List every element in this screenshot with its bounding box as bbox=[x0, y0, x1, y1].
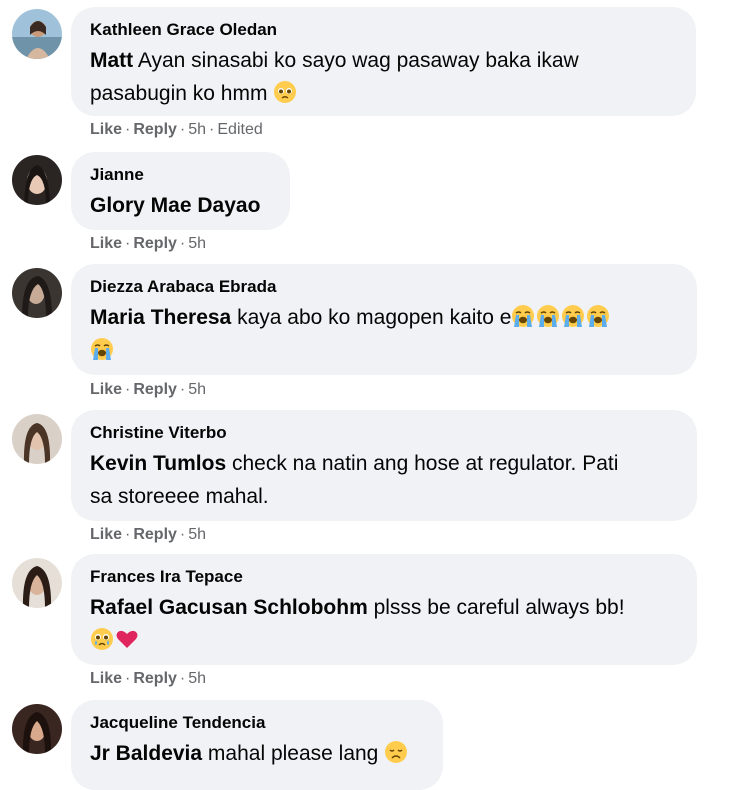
disappointed-face-emoji bbox=[385, 741, 408, 763]
reply-button[interactable]: Reply bbox=[133, 235, 177, 252]
loudly-crying-face-emoji bbox=[562, 305, 585, 327]
comment-text: Glory Mae Dayao bbox=[90, 189, 271, 222]
timestamp[interactable]: 5h bbox=[188, 121, 206, 138]
comment-text: Matt Ayan sinasabi ko sayo wag pasaway b… bbox=[90, 49, 579, 105]
red-heart-emoji bbox=[116, 630, 138, 648]
reply-button[interactable]: Reply bbox=[133, 381, 177, 398]
avatar[interactable] bbox=[12, 414, 62, 464]
pleading-face-emoji bbox=[274, 81, 297, 103]
mention-link[interactable]: Rafael Gacusan Schlobohm bbox=[90, 596, 368, 619]
mention-link[interactable]: Glory Mae Dayao bbox=[90, 194, 260, 217]
timestamp[interactable]: 5h bbox=[188, 235, 206, 252]
edited-label: Edited bbox=[217, 121, 263, 138]
timestamp[interactable]: 5h bbox=[188, 670, 206, 687]
comment-author[interactable]: Christine Viterbo bbox=[90, 423, 678, 443]
comment-actions: Like · Reply · 5h bbox=[90, 670, 207, 687]
mention-link[interactable]: Jr Baldevia bbox=[90, 742, 202, 765]
loudly-crying-face-emoji bbox=[537, 305, 560, 327]
comment-actions: Like · Reply · 5h bbox=[90, 526, 207, 543]
loudly-crying-face-emoji bbox=[91, 338, 113, 360]
mention-link[interactable]: Kevin Tumlos bbox=[90, 452, 226, 475]
loudly-crying-face-emoji bbox=[512, 305, 535, 327]
mention-link[interactable]: Matt bbox=[90, 49, 133, 72]
comment-author[interactable]: Kathleen Grace Oledan bbox=[90, 20, 677, 40]
comment-author[interactable]: Frances Ira Tepace bbox=[90, 567, 678, 587]
comment-bubble: Jianne Glory Mae Dayao bbox=[71, 152, 290, 230]
reply-button[interactable]: Reply bbox=[133, 670, 177, 687]
like-button[interactable]: Like bbox=[90, 235, 122, 252]
loudly-crying-face-emoji bbox=[587, 305, 610, 327]
comment-actions: Like · Reply · 5h · Edited bbox=[90, 121, 263, 138]
like-button[interactable]: Like bbox=[90, 670, 122, 687]
comment-text: Kevin Tumlos check na natin ang hose at … bbox=[90, 452, 619, 508]
comment-actions: Like · Reply · 5h bbox=[90, 235, 207, 252]
crying-face-emoji bbox=[91, 628, 113, 650]
comment-bubble: Frances Ira Tepace Rafael Gacusan Schlob… bbox=[71, 554, 697, 665]
comment-bubble: Christine Viterbo Kevin Tumlos check na … bbox=[71, 410, 697, 521]
comment-author[interactable]: Jacqueline Tendencia bbox=[90, 713, 424, 733]
comment-bubble: Jacqueline Tendencia Jr Baldevia mahal p… bbox=[71, 700, 443, 790]
comment-bubble: Diezza Arabaca Ebrada Maria Theresa kaya… bbox=[71, 264, 697, 375]
comment-text: Jr Baldevia mahal please lang bbox=[90, 737, 424, 770]
like-button[interactable]: Like bbox=[90, 121, 122, 138]
comment-text: Maria Theresa kaya abo ko magopen kaito … bbox=[90, 301, 678, 367]
comment-author[interactable]: Jianne bbox=[90, 165, 271, 185]
comment-actions: Like · Reply · 5h bbox=[90, 381, 207, 398]
like-button[interactable]: Like bbox=[90, 381, 122, 398]
avatar[interactable] bbox=[12, 155, 62, 205]
like-button[interactable]: Like bbox=[90, 526, 122, 543]
timestamp[interactable]: 5h bbox=[188, 381, 206, 398]
mention-link[interactable]: Maria Theresa bbox=[90, 306, 231, 329]
avatar[interactable] bbox=[12, 558, 62, 608]
timestamp[interactable]: 5h bbox=[188, 526, 206, 543]
reply-button[interactable]: Reply bbox=[133, 121, 177, 138]
reply-button[interactable]: Reply bbox=[133, 526, 177, 543]
avatar[interactable] bbox=[12, 268, 62, 318]
avatar[interactable] bbox=[12, 9, 62, 59]
comment-bubble: Kathleen Grace Oledan Matt Ayan sinasabi… bbox=[71, 7, 696, 116]
avatar[interactable] bbox=[12, 704, 62, 754]
comment-author[interactable]: Diezza Arabaca Ebrada bbox=[90, 277, 678, 297]
comment-text: Rafael Gacusan Schlobohm plsss be carefu… bbox=[90, 591, 678, 657]
